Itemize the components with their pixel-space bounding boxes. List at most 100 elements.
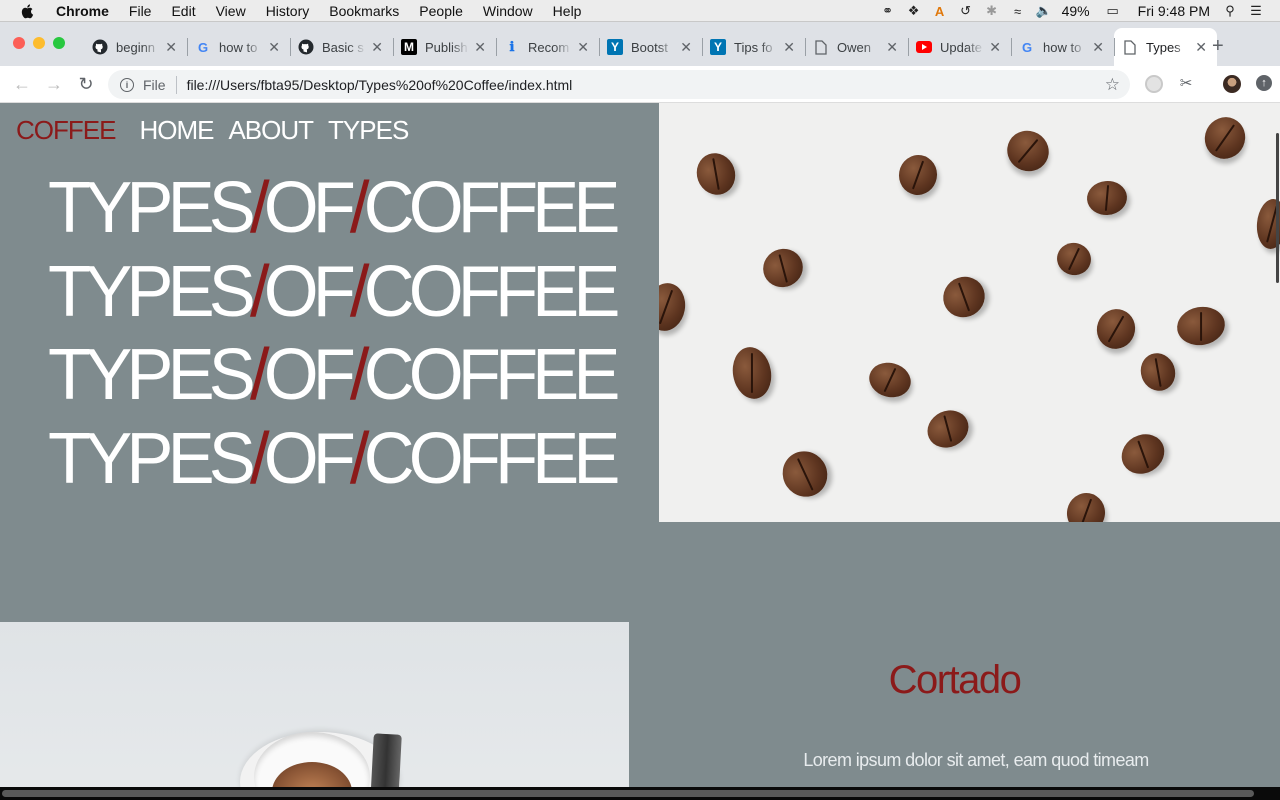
close-window-button[interactable] [13, 37, 25, 49]
time-machine-icon[interactable]: ↺ [958, 3, 974, 19]
tab-types-active[interactable]: Types ✕ [1114, 28, 1217, 66]
page-icon [1122, 39, 1138, 55]
tab-close-icon[interactable]: ✕ [1092, 40, 1104, 54]
coffee-bean [728, 344, 776, 402]
tab-title: Bootst [631, 39, 668, 55]
tab-owen[interactable]: Owen ✕ [805, 28, 908, 66]
tab-close-icon[interactable]: ✕ [783, 40, 795, 54]
coffee-type-title: Cortado [888, 658, 1022, 702]
update-menu-icon[interactable]: ↑ [1256, 75, 1272, 91]
tab-beginner[interactable]: beginn ✕ [84, 28, 187, 66]
tab-close-icon[interactable]: ✕ [1195, 40, 1207, 54]
profile-avatar[interactable] [1223, 75, 1241, 93]
menu-window[interactable]: Window [483, 3, 533, 19]
tab-bootstrap[interactable]: Y Bootst ✕ [599, 28, 702, 66]
coffee-bean [865, 358, 915, 402]
tab-basic[interactable]: Basic s ✕ [290, 28, 393, 66]
menu-bookmarks[interactable]: Bookmarks [329, 3, 399, 19]
minimize-window-button[interactable] [33, 37, 45, 49]
menu-file[interactable]: File [129, 3, 152, 19]
tab-google-how-to-2[interactable]: G how to ✕ [1011, 28, 1114, 66]
volume-icon[interactable]: 🔈 [1036, 3, 1052, 19]
tab-close-icon[interactable]: ✕ [268, 40, 280, 54]
address-bar[interactable]: i File file:///Users/fbta95/Desktop/Type… [108, 70, 1130, 99]
vertical-scrollbar[interactable] [1276, 103, 1280, 787]
github-icon [298, 39, 314, 55]
tab-tips[interactable]: Y Tips fo ✕ [702, 28, 805, 66]
tab-close-icon[interactable]: ✕ [371, 40, 383, 54]
coffee-bean [1053, 239, 1095, 279]
creative-cloud-icon[interactable]: ⚭ [880, 3, 896, 19]
menu-history[interactable]: History [266, 3, 310, 19]
site-brand-link[interactable]: COFFEE [16, 115, 116, 146]
scheme-chip: File [143, 76, 166, 93]
nav-types-link[interactable]: TYPES [328, 115, 409, 146]
hero-word-types: TYPES [48, 418, 256, 499]
tab-close-icon[interactable]: ✕ [989, 40, 1001, 54]
hero-word-of: OF [263, 168, 356, 248]
hero-slash: / [349, 251, 370, 332]
coffee-bean [921, 403, 975, 455]
apple-menu-icon[interactable] [20, 3, 36, 19]
site-info-icon[interactable]: i [120, 77, 134, 92]
hero-word-types: TYPES [48, 168, 256, 248]
hero-slash: / [349, 418, 370, 499]
tab-title: Recom [528, 39, 570, 55]
menubar-clock[interactable]: Fri 9:48 PM [1138, 3, 1210, 19]
menu-people[interactable]: People [419, 3, 463, 19]
hero-heading: TYPES/OF/COFFEE TYPES/OF/COFFEE TYPES/OF… [48, 167, 626, 501]
notification-center-icon[interactable]: ☰ [1248, 3, 1264, 19]
yoast-icon: Y [607, 39, 623, 55]
horizontal-scroll-thumb[interactable] [2, 790, 1254, 797]
menu-app-name[interactable]: Chrome [56, 3, 109, 19]
hero-word-coffee: COFFEE [363, 335, 621, 415]
browser-toolbar: ← → ↻ i File file:///Users/fbta95/Deskto… [0, 66, 1280, 103]
tab-close-icon[interactable]: ✕ [680, 40, 692, 54]
tab-close-icon[interactable]: ✕ [474, 40, 486, 54]
menu-help[interactable]: Help [553, 3, 582, 19]
medium-icon: M [401, 39, 417, 55]
hero-word-of: OF [263, 335, 356, 415]
scissors-extension-icon[interactable]: ✂ [1177, 75, 1195, 93]
horizontal-scrollbar[interactable] [0, 787, 1280, 800]
tab-close-icon[interactable]: ✕ [886, 40, 898, 54]
coffee-bean [1091, 303, 1141, 355]
nav-about-link[interactable]: ABOUT [228, 115, 314, 146]
tab-close-icon[interactable]: ✕ [577, 40, 589, 54]
back-arrow-icon[interactable]: ← [12, 74, 32, 94]
hero-slash: / [249, 168, 270, 248]
battery-percent[interactable]: 49% [1062, 3, 1090, 19]
new-tab-button[interactable]: + [1212, 36, 1224, 56]
tab-title: how to [219, 39, 258, 55]
hero-word-types: TYPES [48, 251, 256, 332]
bluetooth-icon[interactable]: ✱ [984, 3, 1000, 19]
adobe-acrobat-icon[interactable]: A [932, 3, 948, 19]
tab-update[interactable]: Update ✕ [908, 28, 1011, 66]
hero-slash: / [249, 335, 270, 415]
spotlight-search-icon[interactable]: ⚲ [1222, 3, 1238, 19]
forward-arrow-icon[interactable]: → [44, 74, 64, 94]
menu-edit[interactable]: Edit [171, 3, 195, 19]
bookmark-star-icon[interactable]: ☆ [1105, 75, 1120, 95]
wifi-icon[interactable]: ≈ [1010, 3, 1026, 19]
dropbox-icon[interactable]: ❖ [906, 3, 922, 19]
url-text[interactable]: file:///Users/fbta95/Desktop/Types%20of%… [187, 77, 573, 93]
tab-title: beginn [116, 39, 156, 55]
zoom-window-button[interactable] [53, 37, 65, 49]
yoast-icon: Y [710, 39, 726, 55]
youtube-icon [916, 39, 932, 55]
coffee-bean [1063, 490, 1109, 522]
battery-icon[interactable]: ▭ [1102, 3, 1124, 19]
site-navbar: COFFEE HOME ABOUT TYPES [16, 115, 423, 146]
tab-google-how-to[interactable]: G how to ✕ [187, 28, 290, 66]
vertical-scroll-thumb[interactable] [1276, 133, 1279, 283]
tab-close-icon[interactable]: ✕ [165, 40, 177, 54]
tab-title: Basic s [322, 39, 364, 55]
nav-home-link[interactable]: HOME [139, 115, 214, 146]
menu-view[interactable]: View [216, 3, 246, 19]
info-icon: ℹ [509, 39, 515, 54]
reload-icon[interactable]: ↻ [76, 74, 96, 94]
tab-recom[interactable]: ℹ Recom ✕ [496, 28, 599, 66]
extension-icon[interactable] [1145, 75, 1163, 93]
tab-publish[interactable]: M Publish ✕ [393, 28, 496, 66]
